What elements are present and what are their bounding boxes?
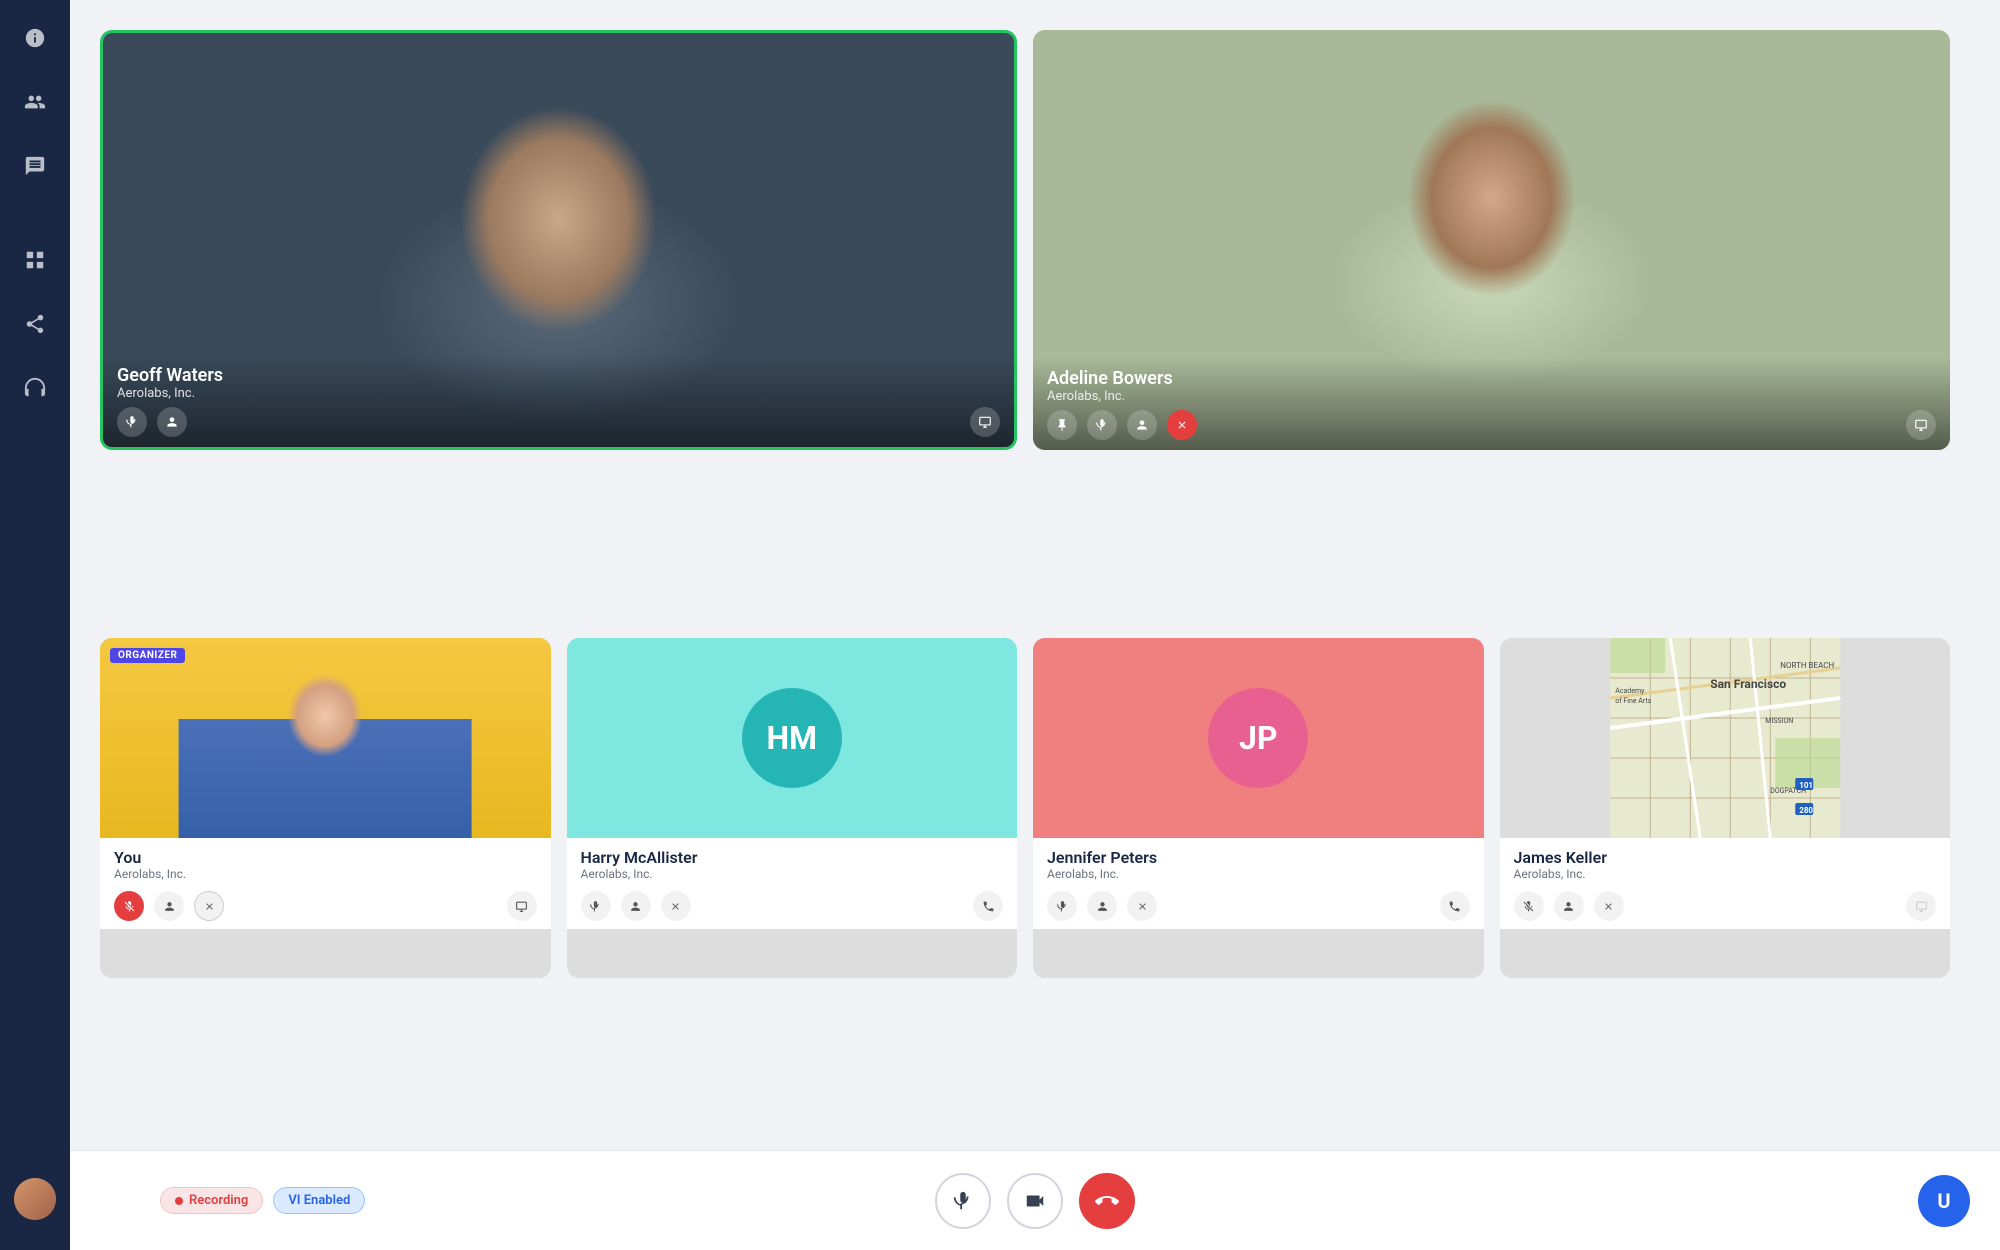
main-content: Geoff Waters Aerolabs, Inc. (70, 0, 2000, 1250)
jennifer-close-btn[interactable] (1127, 891, 1157, 921)
geoff-overlay: Geoff Waters Aerolabs, Inc. (103, 355, 1014, 447)
jennifer-name: Jennifer Peters (1047, 848, 1470, 867)
tile-jennifer: JP Jennifer Peters Aerolabs, Inc. (1033, 638, 1484, 978)
tile-adeline: Adeline Bowers Aerolabs, Inc. (1033, 30, 1950, 450)
organizer-badge: ORGANIZER (110, 648, 185, 663)
harry-name: Harry McAllister (581, 848, 1004, 867)
james-video-bg: San Francisco NORTH BEACH Academy of Fin… (1500, 638, 1951, 838)
tile-you: ORGANIZER You Aerolabs, Inc. (100, 638, 551, 978)
bottom-row: ORGANIZER You Aerolabs, Inc. (100, 638, 1950, 978)
harry-person-btn[interactable] (621, 891, 651, 921)
geoff-name: Geoff Waters (117, 365, 1000, 386)
jennifer-info: Jennifer Peters Aerolabs, Inc. (1033, 838, 1484, 929)
harry-mic-btn[interactable] (581, 891, 611, 921)
you-person-btn[interactable] (154, 891, 184, 921)
jennifer-org: Aerolabs, Inc. (1047, 867, 1470, 881)
recording-badge: Recording (160, 1187, 263, 1214)
james-person-btn[interactable] (1554, 891, 1584, 921)
svg-text:San Francisco: San Francisco (1710, 677, 1786, 691)
you-close-btn[interactable] (194, 891, 224, 921)
svg-text:NORTH BEACH: NORTH BEACH (1780, 661, 1834, 670)
james-org: Aerolabs, Inc. (1514, 867, 1937, 881)
geoff-controls (117, 407, 1000, 437)
you-org: Aerolabs, Inc. (114, 867, 537, 881)
you-mic-btn[interactable] (114, 891, 144, 921)
james-close-btn[interactable] (1594, 891, 1624, 921)
jennifer-avatar: JP (1208, 688, 1308, 788)
adeline-name: Adeline Bowers (1047, 368, 1936, 389)
james-controls (1514, 891, 1937, 921)
user-avatar-sidebar[interactable] (14, 1178, 56, 1220)
james-name: James Keller (1514, 848, 1937, 867)
you-name: You (114, 848, 537, 867)
tile-james: San Francisco NORTH BEACH Academy of Fin… (1500, 638, 1951, 978)
svg-text:Academy: Academy (1615, 687, 1645, 695)
geoff-mic-btn[interactable] (117, 407, 147, 437)
toggle-video-button[interactable] (1007, 1173, 1063, 1229)
jennifer-mic-btn[interactable] (1047, 891, 1077, 921)
geoff-org: Aerolabs, Inc. (117, 386, 1000, 401)
adeline-screen-btn[interactable] (1906, 410, 1936, 440)
harry-info: Harry McAllister Aerolabs, Inc. (567, 838, 1018, 929)
share-icon[interactable] (17, 306, 53, 342)
svg-text:280: 280 (1799, 806, 1813, 815)
bottom-toolbar: Recording VI Enabled U (70, 1150, 2000, 1250)
james-mic-btn[interactable] (1514, 891, 1544, 921)
jennifer-person-btn[interactable] (1087, 891, 1117, 921)
geoff-person-btn[interactable] (157, 407, 187, 437)
chat-icon[interactable] (17, 148, 53, 184)
adeline-pin-btn[interactable] (1047, 410, 1077, 440)
adeline-org: Aerolabs, Inc. (1047, 389, 1936, 404)
vi-label: VI Enabled (288, 1193, 350, 1208)
adeline-close-btn[interactable] (1167, 410, 1197, 440)
vi-badge: VI Enabled (273, 1187, 365, 1214)
james-screen-btn[interactable] (1906, 891, 1936, 921)
you-screen-btn[interactable] (507, 891, 537, 921)
mute-mic-button[interactable] (935, 1173, 991, 1229)
adeline-mic-btn[interactable] (1087, 410, 1117, 440)
jennifer-controls (1047, 891, 1470, 921)
harry-phone-btn[interactable] (973, 891, 1003, 921)
video-grid: Geoff Waters Aerolabs, Inc. (70, 0, 2000, 1150)
harry-controls (581, 891, 1004, 921)
grid-icon[interactable] (17, 242, 53, 278)
harry-org: Aerolabs, Inc. (581, 867, 1004, 881)
svg-text:101: 101 (1799, 781, 1813, 790)
info-icon[interactable] (17, 20, 53, 56)
headset-icon[interactable] (17, 370, 53, 406)
tile-harry: HM Harry McAllister Aerolabs, Inc. (567, 638, 1018, 978)
adeline-overlay: Adeline Bowers Aerolabs, Inc. (1033, 358, 1950, 450)
tile-geoff: Geoff Waters Aerolabs, Inc. (100, 30, 1017, 450)
james-info: James Keller Aerolabs, Inc. (1500, 838, 1951, 929)
harry-video-bg: HM (567, 638, 1018, 838)
geoff-screen-btn[interactable] (970, 407, 1000, 437)
harry-close-btn[interactable] (661, 891, 691, 921)
you-info: You Aerolabs, Inc. (100, 838, 551, 929)
end-call-button[interactable] (1079, 1173, 1135, 1229)
user-initial: U (1937, 1189, 1950, 1213)
user-corner-avatar[interactable]: U (1918, 1175, 1970, 1227)
jennifer-phone-btn[interactable] (1440, 891, 1470, 921)
you-controls (114, 891, 537, 921)
harry-avatar: HM (742, 688, 842, 788)
adeline-person-btn[interactable] (1127, 410, 1157, 440)
adeline-controls (1047, 410, 1936, 440)
you-video-bg: ORGANIZER (100, 638, 551, 838)
recording-dot (175, 1197, 183, 1205)
recording-label: Recording (189, 1193, 248, 1208)
svg-text:MISSION: MISSION (1765, 717, 1793, 725)
sidebar (0, 0, 70, 1250)
top-row: Geoff Waters Aerolabs, Inc. (100, 30, 1950, 450)
status-badges: Recording VI Enabled (160, 1187, 365, 1214)
svg-text:of Fine Arts: of Fine Arts (1615, 697, 1651, 705)
jennifer-video-bg: JP (1033, 638, 1484, 838)
people-icon[interactable] (17, 84, 53, 120)
